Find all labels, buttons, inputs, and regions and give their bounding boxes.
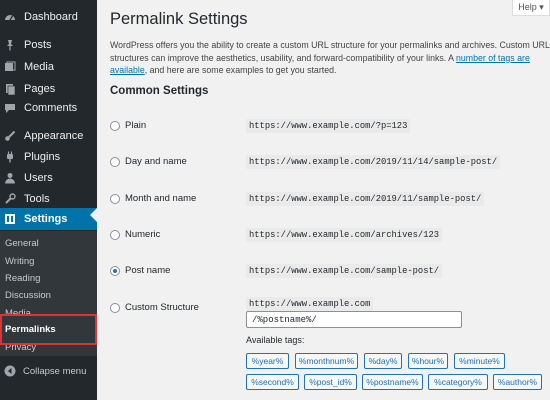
collapse-menu-button[interactable]: Collapse menu bbox=[0, 362, 97, 380]
tag-button-hour[interactable]: %hour% bbox=[408, 353, 448, 369]
radio-month-and-name[interactable] bbox=[110, 194, 120, 204]
main-content: Help ▾ Permalink Settings WordPress offe… bbox=[97, 0, 550, 400]
radio-post-name[interactable] bbox=[110, 266, 120, 276]
menu-item-comments[interactable]: Comments bbox=[0, 97, 97, 119]
plug-icon bbox=[4, 151, 16, 163]
menu-item-plugins[interactable]: Plugins bbox=[0, 146, 97, 168]
menu-item-posts[interactable]: Posts bbox=[0, 34, 97, 56]
option-label-numeric: Numeric bbox=[125, 229, 161, 240]
menu-label-pages: Pages bbox=[24, 83, 56, 95]
help-tab-button[interactable]: Help ▾ bbox=[512, 0, 550, 16]
tag-button-day[interactable]: %day% bbox=[364, 353, 402, 369]
collapse-menu-label: Collapse menu bbox=[23, 365, 87, 377]
menu-label-settings: Settings bbox=[24, 213, 68, 225]
media-icon bbox=[4, 61, 16, 73]
option-label-post-name: Post name bbox=[125, 265, 171, 276]
tag-button-category[interactable]: %category% bbox=[428, 374, 488, 390]
tag-button-minute[interactable]: %minute% bbox=[454, 353, 505, 369]
tag-button-postname[interactable]: %postname% bbox=[362, 374, 423, 390]
menu-item-appearance[interactable]: Appearance bbox=[0, 125, 97, 147]
radio-plain[interactable] bbox=[110, 121, 120, 131]
menu-label-media: Media bbox=[24, 61, 54, 73]
tag-button-post-id[interactable]: %post_id% bbox=[304, 374, 357, 390]
active-menu-arrow bbox=[90, 208, 97, 222]
custom-structure-base-url: https://www.example.com bbox=[246, 297, 374, 311]
wrench-icon bbox=[4, 193, 16, 205]
common-settings-heading: Common Settings bbox=[110, 85, 209, 97]
menu-label-comments: Comments bbox=[24, 102, 78, 114]
submenu-item-reading[interactable]: Reading bbox=[5, 273, 40, 284]
menu-label-users: Users bbox=[24, 172, 53, 184]
intro-text-after: , and here are some examples to get you … bbox=[144, 65, 337, 75]
comment-icon bbox=[4, 102, 16, 114]
settings-icon bbox=[4, 213, 16, 225]
pages-icon bbox=[4, 83, 16, 95]
radio-numeric[interactable] bbox=[110, 230, 120, 240]
radio-custom-structure[interactable] bbox=[110, 303, 120, 313]
menu-label-dashboard: Dashboard bbox=[24, 11, 78, 23]
example-url-numeric: https://www.example.com/archives/123 bbox=[246, 228, 443, 242]
menu-item-dashboard[interactable]: Dashboard bbox=[0, 6, 97, 28]
tag-button-second[interactable]: %second% bbox=[246, 374, 299, 390]
radio-day-and-name[interactable] bbox=[110, 157, 120, 167]
user-icon bbox=[4, 172, 16, 184]
custom-structure-input[interactable] bbox=[246, 311, 462, 328]
option-label-month-and-name: Month and name bbox=[125, 193, 197, 204]
admin-sidebar: Dashboard Posts Media Pages Comments App… bbox=[0, 0, 97, 400]
menu-item-media[interactable]: Media bbox=[0, 56, 97, 78]
option-label-plain: Plain bbox=[125, 120, 147, 131]
permalinks-highlight-box bbox=[0, 314, 97, 345]
pin-icon bbox=[4, 39, 16, 51]
menu-item-tools[interactable]: Tools bbox=[0, 188, 97, 210]
tag-button-monthnum[interactable]: %monthnum% bbox=[295, 353, 358, 369]
tag-button-author[interactable]: %author% bbox=[493, 374, 542, 390]
collapse-arrow-icon bbox=[4, 365, 16, 377]
menu-label-posts: Posts bbox=[24, 39, 52, 51]
menu-item-settings[interactable]: Settings bbox=[0, 208, 97, 230]
example-url-day-and-name: https://www.example.com/2019/11/14/sampl… bbox=[246, 155, 501, 169]
menu-label-appearance: Appearance bbox=[24, 130, 84, 142]
option-label-day-and-name: Day and name bbox=[125, 156, 187, 167]
available-tags-label: Available tags: bbox=[246, 335, 305, 345]
menu-label-tools: Tools bbox=[24, 193, 50, 205]
menu-item-users[interactable]: Users bbox=[0, 167, 97, 189]
example-url-month-and-name: https://www.example.com/2019/11/sample-p… bbox=[246, 192, 485, 206]
example-url-post-name: https://www.example.com/sample-post/ bbox=[246, 264, 443, 278]
brush-icon bbox=[4, 130, 16, 142]
submenu-item-general[interactable]: General bbox=[5, 238, 39, 249]
intro-paragraph: WordPress offers you the ability to crea… bbox=[110, 39, 550, 77]
submenu-item-discussion[interactable]: Discussion bbox=[5, 290, 51, 301]
example-url-plain: https://www.example.com/?p=123 bbox=[246, 119, 411, 133]
option-label-custom-structure: Custom Structure bbox=[125, 302, 199, 313]
menu-label-plugins: Plugins bbox=[24, 151, 61, 163]
dashboard-icon bbox=[4, 11, 16, 23]
tag-button-year[interactable]: %year% bbox=[246, 353, 289, 369]
page-title: Permalink Settings bbox=[110, 10, 248, 28]
submenu-item-writing[interactable]: Writing bbox=[5, 256, 34, 267]
